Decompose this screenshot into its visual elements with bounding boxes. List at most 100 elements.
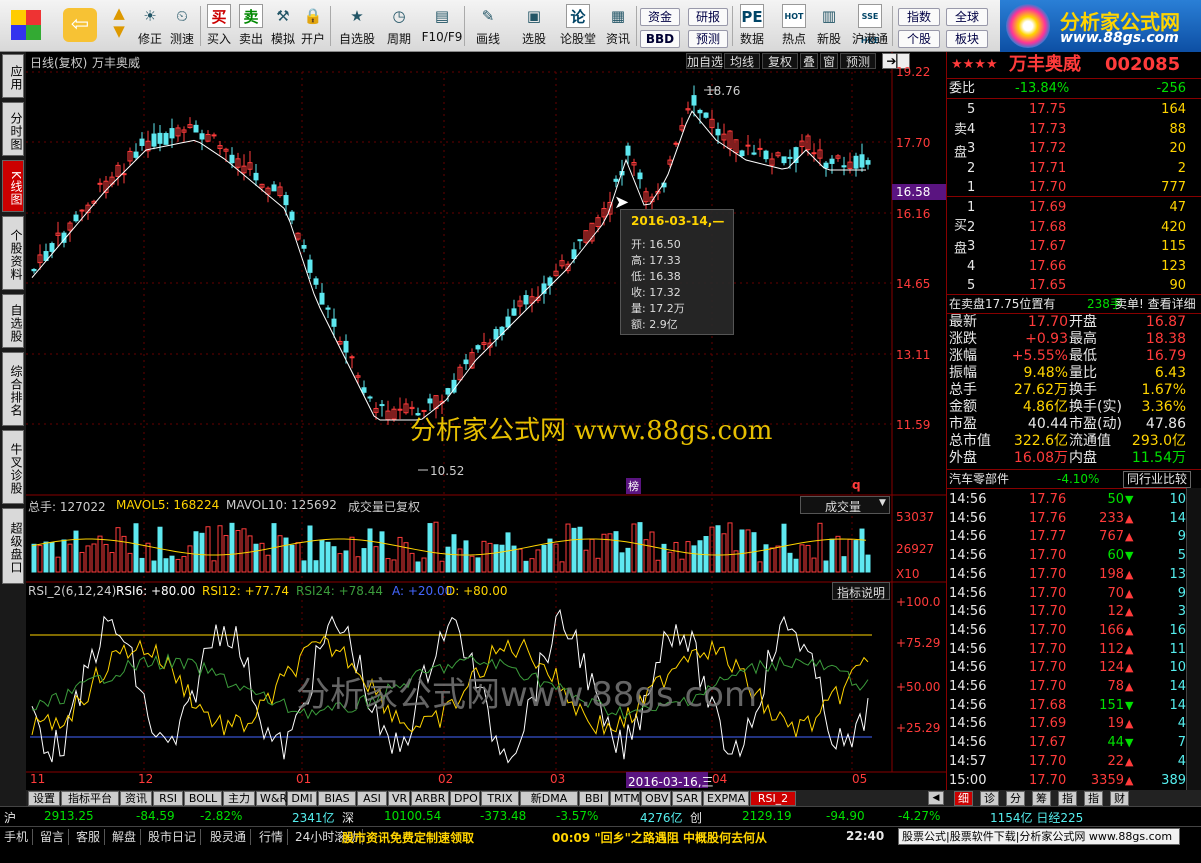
chart-top-button-1[interactable]: 均线 (724, 53, 760, 69)
global-button[interactable]: 全球 (946, 8, 988, 26)
indicator-tab-4[interactable]: BOLL (184, 791, 222, 806)
indicator-tab-20[interactable]: RSI_2 (750, 791, 796, 806)
panel-tab-1[interactable]: 诊 (980, 791, 999, 806)
indicator-tab-12[interactable]: DPO (450, 791, 480, 806)
status-tab-1[interactable]: 留言 (40, 829, 70, 845)
asks-row[interactable]: 1 17.70 777 (947, 178, 1201, 197)
asks-row[interactable]: 5 17.75 164 (947, 100, 1201, 119)
toolbar-info-button[interactable]: ▦ 资讯 (602, 4, 634, 48)
bids-row[interactable]: 5 17.65 90 (947, 276, 1201, 295)
left-tab-5[interactable]: 综合排名 (2, 352, 24, 426)
left-tab-7[interactable]: 超级盘口 (2, 508, 24, 584)
order-notice[interactable]: 在卖盘17.75位置有 238手 卖单! 查看详细 (947, 294, 1201, 313)
indicator-tab-14[interactable]: 新DMA (520, 791, 578, 806)
panel-tab-2[interactable]: 分 (1006, 791, 1025, 806)
toolbar-star-button[interactable]: ★ 自选股 (336, 4, 378, 48)
left-tab-2[interactable]: K线图 (2, 160, 24, 212)
toolbar-fix-button[interactable]: ☀ 修正 (134, 4, 166, 48)
status-tab-3[interactable]: 解盘 (112, 829, 142, 845)
left-tab-0[interactable]: 应用 (2, 54, 24, 98)
toolbar-select-button[interactable]: ▣ 选股 (514, 4, 554, 48)
indicator-tab-10[interactable]: VR (388, 791, 410, 806)
volume-dropdown[interactable]: 成交量 ▼ (800, 496, 890, 514)
toolbar-hk-button[interactable]: SSE HKE 沪港通 (848, 4, 892, 48)
rank-marker[interactable]: 榜 (626, 478, 641, 494)
indicator-tab-6[interactable]: W&R (256, 791, 287, 806)
panel-tab-5[interactable]: 指 (1084, 791, 1103, 806)
indicator-tab-7[interactable]: DMI (287, 791, 317, 806)
toolbar-cycle-button[interactable]: ◷ 周期 (382, 4, 416, 48)
left-tab-4[interactable]: 自选股 (2, 294, 24, 348)
funds-button[interactable]: 资金 (640, 8, 680, 26)
toolbar-newstock-button[interactable]: ▥ 新股 (812, 4, 846, 48)
bids-row[interactable]: 1 17.69 47 (947, 198, 1201, 217)
news-headline[interactable]: 00:09 "回乡"之路遇阻 中概股何去何从 (552, 829, 767, 846)
toolbar-sell-button[interactable]: 卖卖出 (236, 4, 266, 48)
status-tab-0[interactable]: 手机 (4, 829, 34, 845)
bids-row[interactable]: 3 17.67 115 (947, 237, 1201, 256)
indicator-help-button[interactable]: 指标说明 (832, 582, 890, 600)
app-button[interactable] (8, 4, 44, 48)
asks-row[interactable]: 2 17.71 2 (947, 159, 1201, 178)
toolbar-f10-button[interactable]: ▤ F10/F9 (420, 4, 464, 48)
status-tab-5[interactable]: 股灵通 (210, 829, 252, 845)
status-tab-2[interactable]: 客服 (76, 829, 106, 845)
q-marker[interactable]: q (852, 478, 861, 492)
tick-scrollbar[interactable] (1186, 488, 1201, 790)
bids-row[interactable]: 4 17.66 123 (947, 257, 1201, 276)
updown-button[interactable]: ▲ ▼ (104, 4, 134, 48)
toolbar-buy-button[interactable]: 买买入 (204, 4, 234, 48)
news-promo[interactable]: 股市资讯免费定制速领取 (342, 829, 474, 846)
toolbar-data-button[interactable]: PE 数据 (732, 4, 772, 48)
left-tab-6[interactable]: 牛叉诊股 (2, 430, 24, 504)
toolbar-hammer-button[interactable]: ⚒ 模拟 (268, 4, 298, 48)
indicator-tab-16[interactable]: MTM (610, 791, 640, 806)
chart-top-button-0[interactable]: 加自选 (686, 53, 723, 69)
chart-top-button-4[interactable]: 窗 (820, 53, 838, 69)
toolbar-clock-button[interactable]: ⏲ 测速 (166, 4, 198, 48)
panel-tab-0[interactable]: 细 (954, 791, 973, 806)
chart-top-button-5[interactable]: 预测 (840, 53, 876, 69)
toolbar-hot-button[interactable]: HOT 热点 (774, 4, 814, 48)
indicator-tab-15[interactable]: BBI (579, 791, 609, 806)
index-button[interactable]: 指数 (898, 8, 940, 26)
indicator-tab-1[interactable]: 指标平台 (61, 791, 119, 806)
indicator-tab-9[interactable]: ASI (357, 791, 387, 806)
sector-button[interactable]: 板块 (946, 30, 988, 48)
panel-tab-6[interactable]: 财 (1110, 791, 1129, 806)
left-tab-3[interactable]: 个股资料 (2, 216, 24, 290)
panel-tab-4[interactable]: 指 (1058, 791, 1077, 806)
status-tab-4[interactable]: 股市日记 (148, 829, 202, 845)
status-tab-6[interactable]: 行情 (259, 829, 289, 845)
indicator-tab-11[interactable]: ARBR (411, 791, 449, 806)
toolbar-pen-button[interactable]: ✎ 画线 (470, 4, 506, 48)
indicator-tab-17[interactable]: OBV (641, 791, 671, 806)
indicator-tab-3[interactable]: RSI (153, 791, 183, 806)
toolbar-lock-button[interactable]: 🔒 开户 (298, 4, 328, 48)
panel-tab-3[interactable]: 筹 (1032, 791, 1051, 806)
asks-row[interactable]: 3 17.72 20 (947, 139, 1201, 158)
indicator-tab-13[interactable]: TRIX (481, 791, 519, 806)
indicator-tab-8[interactable]: BIAS (318, 791, 356, 806)
stock-button[interactable]: 个股 (898, 30, 940, 48)
sector-compare-button[interactable]: 同行业比较 (1123, 471, 1192, 488)
kline-chart-area[interactable]: 日线(复权) 万丰奥威 加自选 均线 复权叠窗预测 ➔▏ 18.76 10.52 分析… (26, 52, 946, 790)
sector-name[interactable]: 汽车零部件 (949, 470, 1009, 489)
forecast-button[interactable]: 预测 (688, 30, 728, 48)
indicator-tab-0[interactable]: 设置 (28, 791, 60, 806)
toolbar-forum-button[interactable]: 论论股堂 (556, 4, 600, 48)
notice-right[interactable]: 卖单! 查看详细 (1115, 295, 1196, 314)
ad-banner[interactable]: 股票公式|股票软件下载|分析家公式网 www.88gs.com (898, 828, 1180, 845)
bbd-button[interactable]: BBD (640, 30, 680, 48)
back-button[interactable]: ⇦ (62, 4, 98, 48)
chart-top-button-3[interactable]: 叠 (800, 53, 818, 69)
indicator-tab-5[interactable]: 主力 (223, 791, 255, 806)
bids-row[interactable]: 2 17.68 420 (947, 218, 1201, 237)
indicator-tab-2[interactable]: 资讯 (120, 791, 152, 806)
chart-top-button-2[interactable]: 复权 (762, 53, 798, 69)
report-button[interactable]: 研报 (688, 8, 728, 26)
indicator-tab-19[interactable]: EXPMA (703, 791, 749, 806)
indicator-tab-18[interactable]: SAR (672, 791, 702, 806)
tab-scroll-left-icon[interactable]: ◀ (928, 791, 944, 805)
asks-row[interactable]: 4 17.73 88 (947, 120, 1201, 139)
